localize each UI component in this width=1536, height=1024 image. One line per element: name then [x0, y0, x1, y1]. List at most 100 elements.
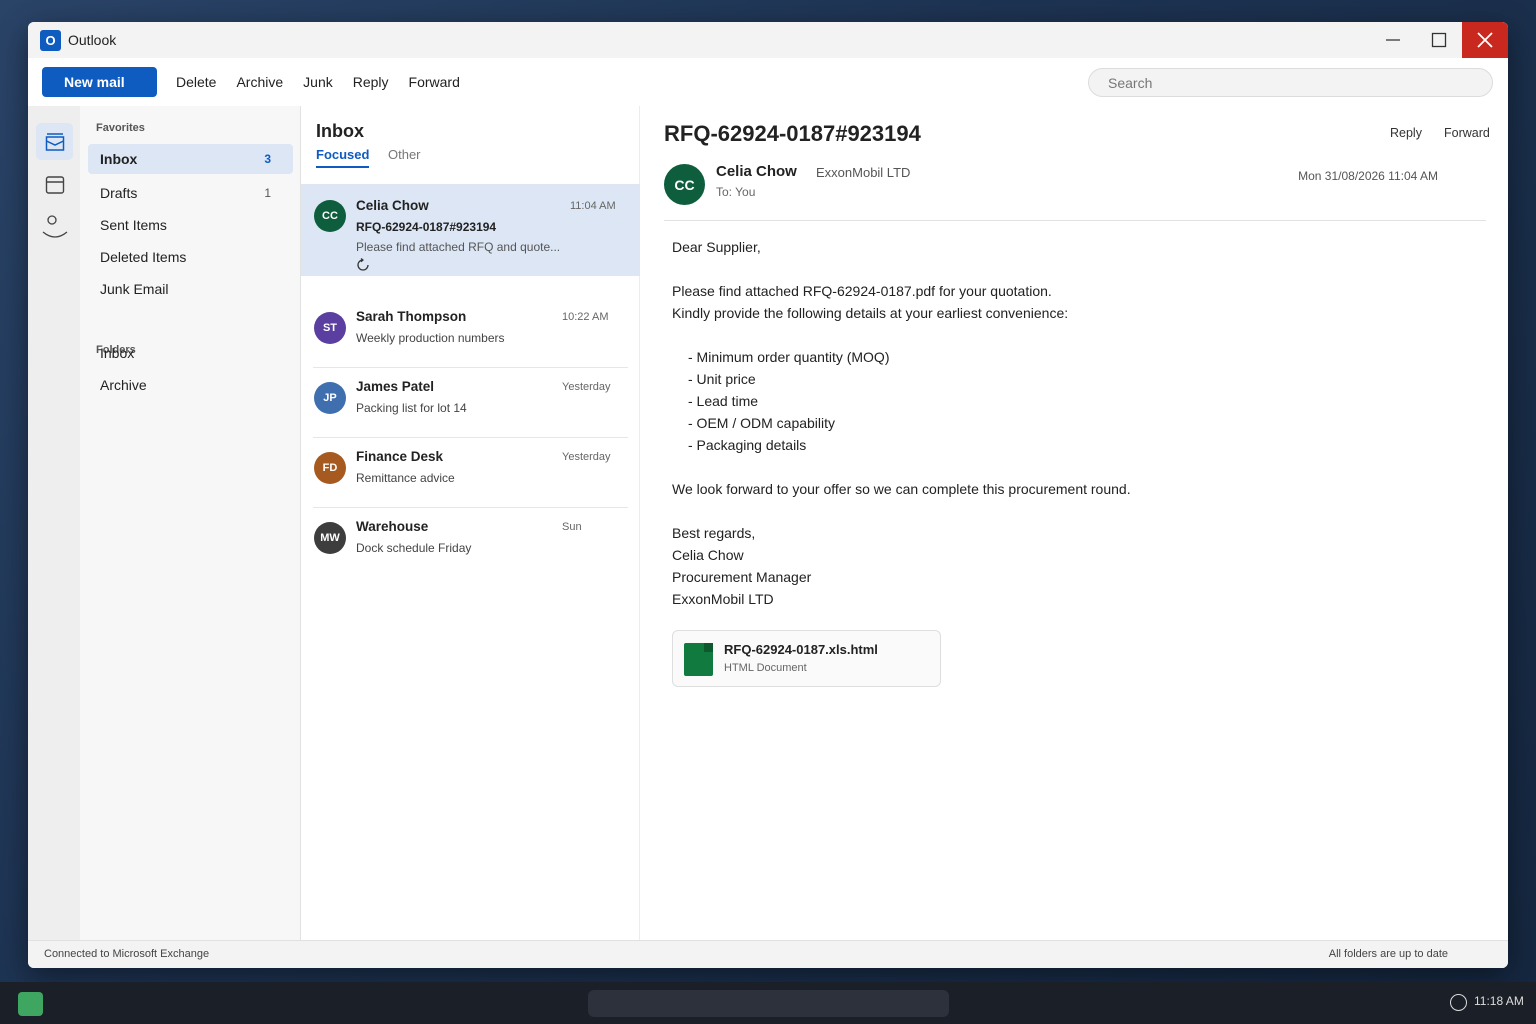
message-time: Sun [562, 521, 582, 533]
body-line: Please find attached RFQ-62924-0187.pdf … [672, 283, 1052, 299]
people-icon [42, 214, 67, 238]
taskbar-app-icon[interactable] [18, 992, 43, 1016]
avatar: FD [314, 452, 346, 484]
avatar: JP [314, 382, 346, 414]
taskbar: 11:18 AM [0, 982, 1536, 1024]
window-title: Outlook [68, 32, 117, 48]
body-list-item: - Packaging details [688, 437, 807, 453]
folder-label: Junk Email [100, 281, 169, 297]
window-controls [1370, 22, 1508, 58]
close-button[interactable] [1462, 22, 1508, 58]
folder-label: Deleted Items [100, 249, 187, 265]
reading-pane: RFQ-62924-0187#923194 Reply Forward CC C… [640, 106, 1508, 940]
folder-drafts[interactable]: Drafts 1 [88, 178, 293, 208]
folder-archive[interactable]: Archive [88, 370, 293, 400]
message-subject: RFQ-62924-0187#923194 [356, 220, 497, 234]
message-sender: James Patel [356, 379, 435, 394]
email-body: Dear Supplier, Please find attached RFQ-… [672, 236, 1472, 610]
draft-count: 1 [264, 186, 271, 200]
message-subject: Weekly production numbers [356, 331, 505, 345]
message-item[interactable]: JP James Patel Yesterday Packing list fo… [301, 366, 640, 436]
email-subject: RFQ-62924-0187#923194 [664, 121, 921, 146]
body-line: Dear Supplier, [672, 239, 761, 255]
avatar: MW [314, 522, 346, 554]
body-line: Kindly provide the following details at … [672, 305, 1069, 321]
message-sender: Finance Desk [356, 449, 444, 464]
rail-people-button[interactable] [36, 209, 73, 246]
loading-spinner-icon [357, 258, 369, 271]
favorites-heading: Favorites [96, 122, 145, 134]
search-input[interactable]: Search [1088, 68, 1493, 97]
header-divider [664, 220, 1486, 221]
folder-label: Inbox [100, 345, 135, 361]
maximize-button[interactable] [1416, 22, 1462, 58]
taskbar-search[interactable] [588, 990, 949, 1017]
forward-link[interactable]: Forward [1444, 126, 1490, 140]
minimize-button[interactable] [1370, 22, 1416, 58]
message-item-selected[interactable]: CC Celia Chow 11:04 AM RFQ-62924-0187#92… [301, 184, 640, 276]
close-icon [1477, 32, 1493, 48]
connection-status: Connected to Microsoft Exchange [44, 948, 210, 960]
message-item[interactable]: FD Finance Desk Yesterday Remittance adv… [301, 436, 640, 506]
body-list-item: - Minimum order quantity (MOQ) [688, 349, 890, 365]
body-list-item: - OEM / ODM capability [688, 415, 836, 431]
new-mail-button[interactable]: New mail [42, 67, 157, 97]
folder-junk-email[interactable]: Junk Email [88, 274, 293, 304]
spreadsheet-file-icon [684, 643, 713, 676]
folder-sent-items[interactable]: Sent Items [88, 210, 293, 240]
outlook-logo-icon: O [40, 29, 61, 51]
attachment-name: RFQ-62924-0187.xls.html [724, 642, 878, 657]
message-sender: Warehouse [356, 519, 429, 534]
junk-button[interactable]: Junk [303, 74, 333, 90]
message-preview: Please find attached RFQ and quote... [356, 240, 561, 254]
command-toolbar: New mail Delete Archive Junk Reply Forwa… [28, 58, 1508, 106]
sender-name[interactable]: Celia Chow [716, 163, 797, 180]
body-line [672, 500, 1472, 522]
body-line: Celia Chow [672, 547, 744, 563]
folder-label: Drafts [100, 185, 138, 201]
folder-label: Inbox [100, 151, 138, 167]
outlook-window: O Outlook New mail Delete Archive Junk R… [28, 22, 1508, 968]
body-line: Best regards, [672, 525, 756, 541]
title-bar: O Outlook [28, 22, 1508, 58]
folder-label: Sent Items [100, 217, 167, 233]
folder-pane: Favorites Inbox 3 Drafts 1 Sent Items De… [80, 106, 301, 940]
attachment-card[interactable]: RFQ-62924-0187.xls.html HTML Document [672, 630, 941, 687]
sync-status: All folders are up to date [1328, 948, 1448, 960]
message-sender: Sarah Thompson [356, 309, 467, 324]
reply-link[interactable]: Reply [1390, 126, 1422, 140]
message-time: 11:04 AM [570, 200, 616, 212]
delete-button[interactable]: Delete [176, 74, 216, 90]
body-list-item: - Unit price [688, 371, 756, 387]
message-time: Yesterday [562, 381, 611, 393]
folder-inbox[interactable]: Inbox [88, 338, 293, 368]
body-line [672, 456, 1472, 478]
avatar: ST [314, 312, 346, 344]
maximize-icon [1431, 32, 1447, 48]
mail-icon [45, 132, 64, 151]
folder-inbox-favorite[interactable]: Inbox 3 [88, 144, 293, 174]
body-list-item: - Lead time [688, 393, 759, 409]
clock-icon [1450, 994, 1467, 1011]
recipient-line: To: You [716, 185, 756, 199]
taskbar-time: 11:18 AM [1474, 994, 1524, 1008]
archive-button[interactable]: Archive [236, 74, 283, 90]
tab-other[interactable]: Other [388, 147, 421, 162]
rail-mail-button[interactable] [36, 123, 73, 160]
app-rail [28, 106, 80, 940]
message-subject: Packing list for lot 14 [356, 401, 467, 415]
message-subject: Dock schedule Friday [356, 541, 472, 555]
folder-deleted-items[interactable]: Deleted Items [88, 242, 293, 272]
reply-button[interactable]: Reply [353, 74, 389, 90]
attachment-type: HTML Document [724, 662, 807, 674]
message-item[interactable]: MW Warehouse Sun Dock schedule Friday [301, 506, 640, 576]
message-list: Inbox Focused Other CC Celia Chow 11:04 … [301, 106, 640, 940]
rail-calendar-button[interactable] [36, 166, 73, 203]
forward-button[interactable]: Forward [409, 74, 460, 90]
message-time: Yesterday [562, 451, 611, 463]
message-item[interactable]: ST Sarah Thompson 10:22 AM Weekly produc… [301, 296, 640, 366]
tab-focused[interactable]: Focused [316, 147, 370, 168]
message-sender: Celia Chow [356, 198, 429, 213]
body-line: Procurement Manager [672, 569, 812, 585]
body-line: We look forward to your offer so we can … [672, 481, 1131, 497]
